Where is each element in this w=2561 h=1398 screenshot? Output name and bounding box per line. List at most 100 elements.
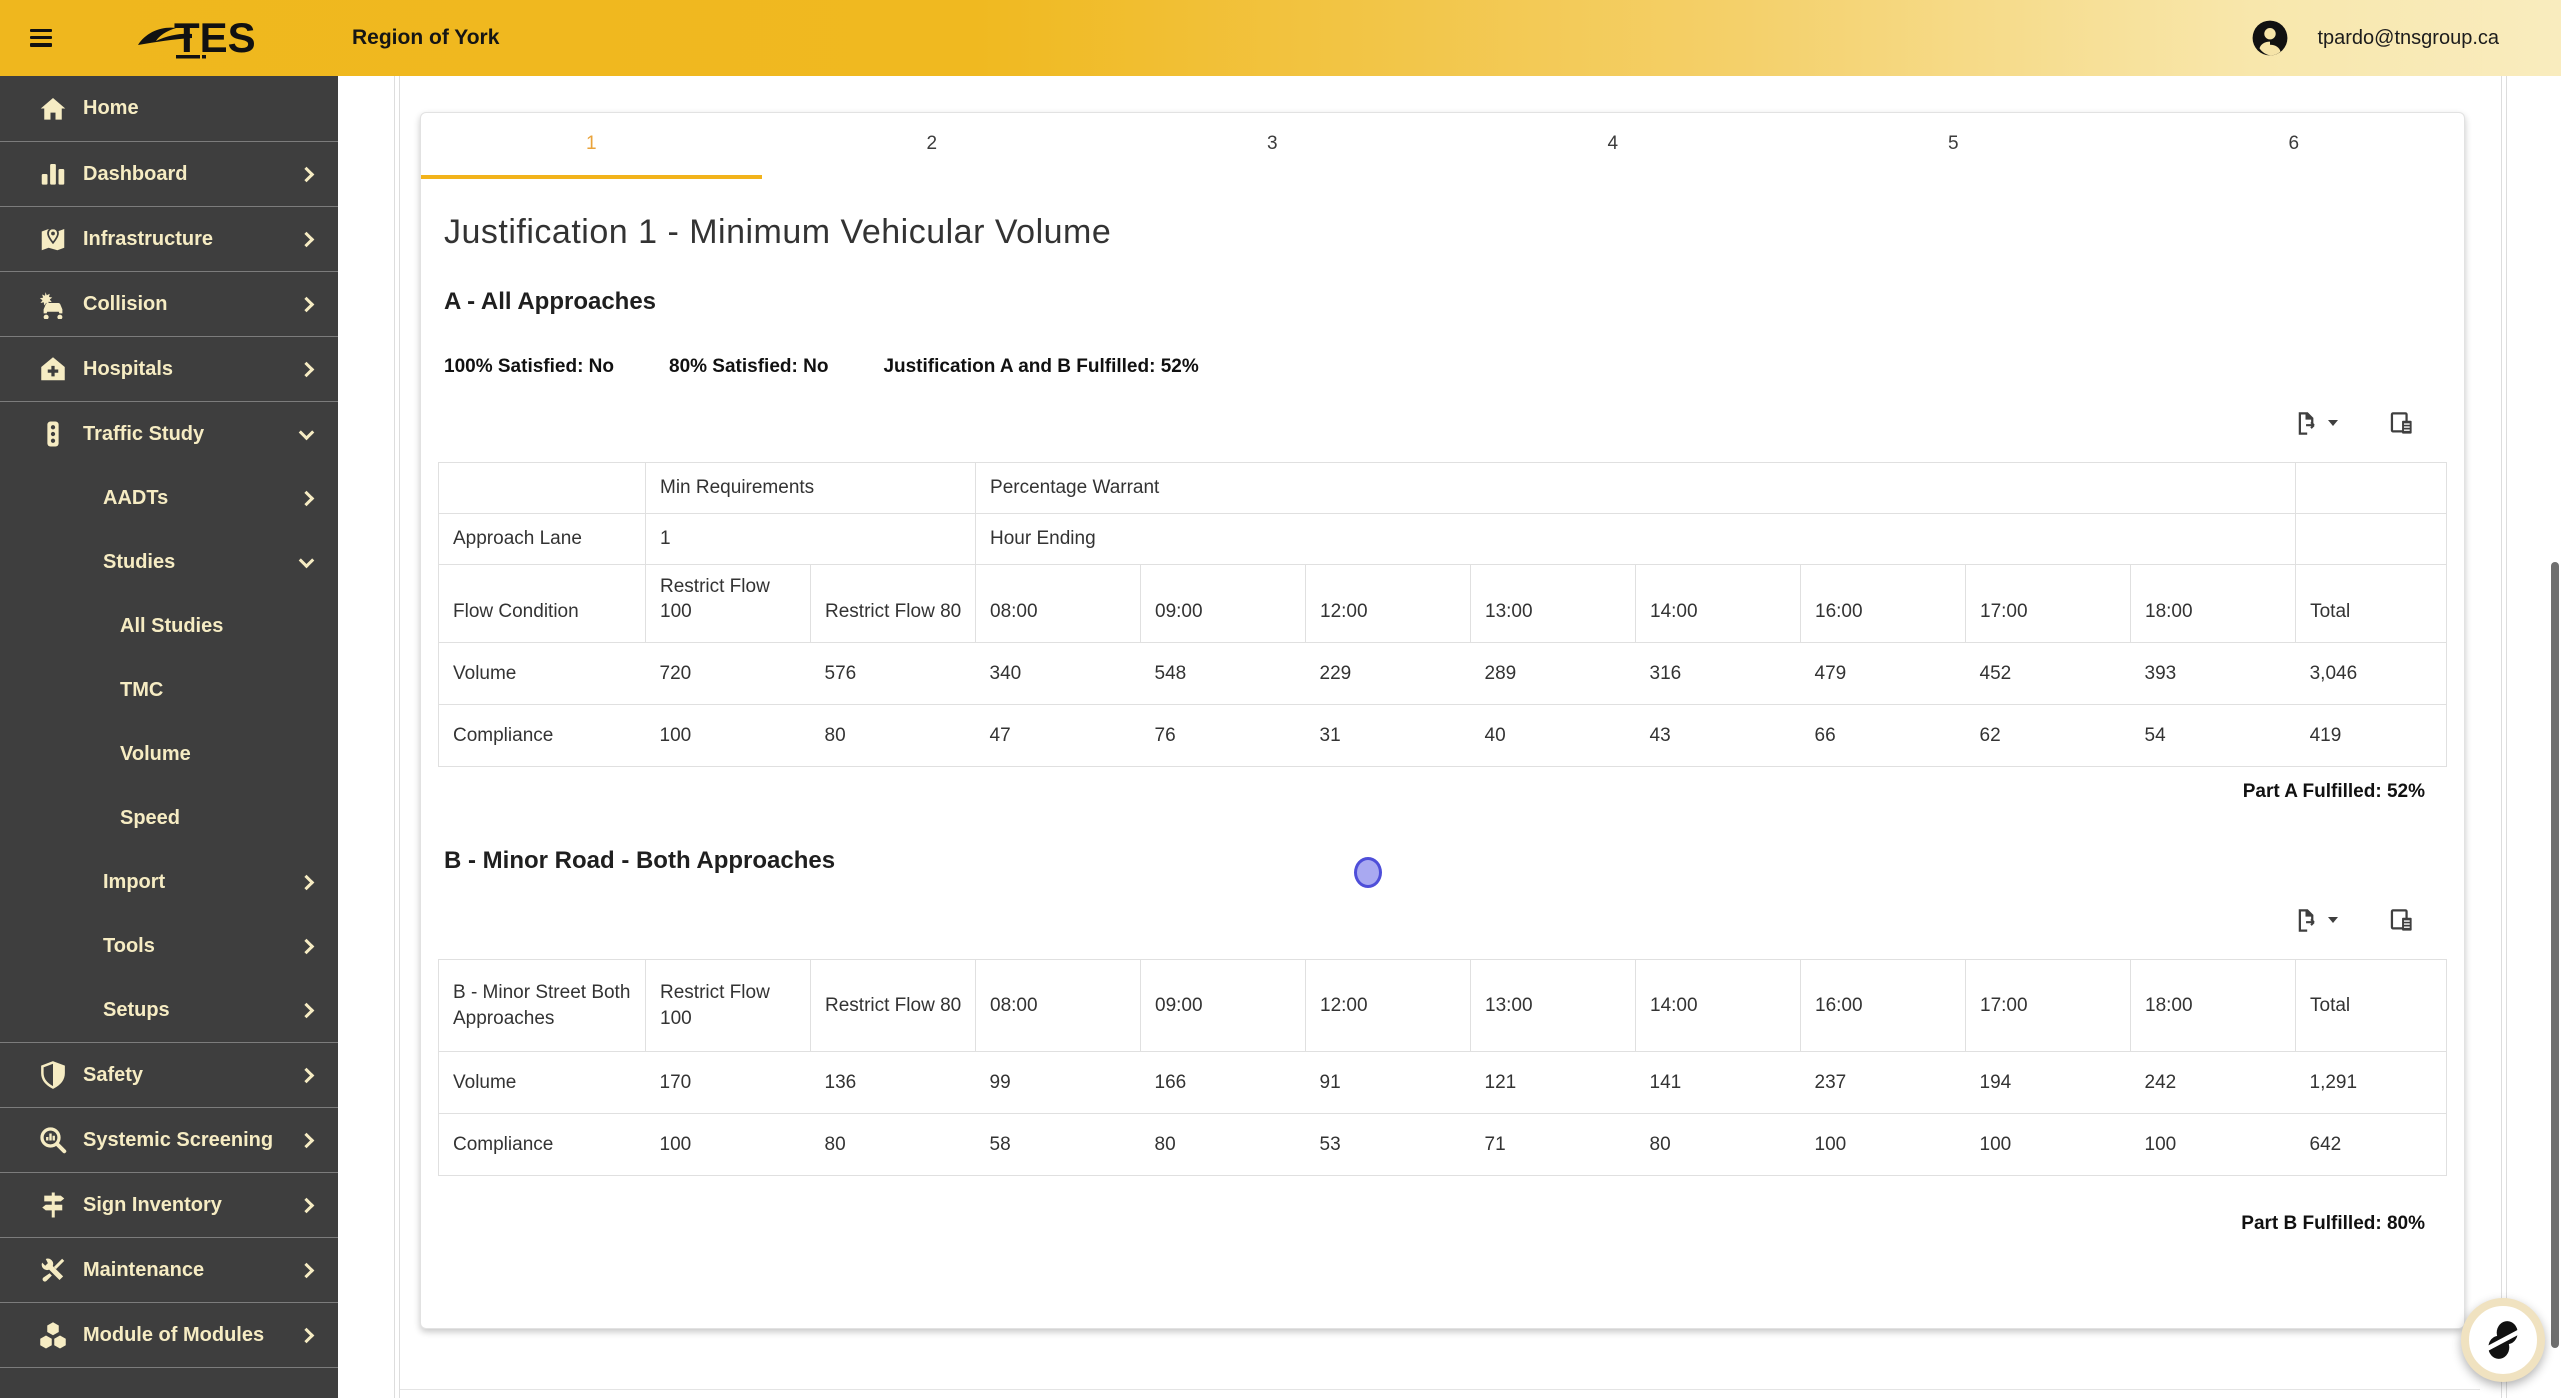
table-b: B - Minor Street Both Approaches Restric… — [438, 959, 2447, 1176]
shield-icon — [38, 1060, 68, 1090]
part-b-fulfilled-label: Part B Fulfilled: 80% — [2241, 1213, 2425, 1234]
tab-2[interactable]: 2 — [762, 113, 1103, 179]
chevron-right-icon — [298, 1197, 315, 1213]
user-avatar-icon[interactable] — [2251, 19, 2289, 57]
hospital-icon — [38, 354, 68, 384]
table-cell: 166 — [1140, 1051, 1306, 1114]
table-cell: 54 — [2130, 704, 2296, 767]
table-cell: 71 — [1470, 1113, 1636, 1176]
section-b-heading: B - Minor Road - Both Approaches — [444, 847, 836, 874]
tab-3[interactable]: 3 — [1102, 113, 1443, 179]
table-cell: 141 — [1635, 1051, 1801, 1114]
column-chooser-icon — [2390, 908, 2412, 931]
table-cell: 479 — [1800, 642, 1966, 705]
sidebar-item-maintenance[interactable]: Maintenance — [0, 1237, 338, 1302]
sidebar-item-aadts[interactable]: AADTs — [0, 466, 338, 530]
chevron-right-icon — [298, 1327, 315, 1343]
column-header: Restrict Flow 80 — [809, 564, 976, 643]
sidebar-item-module-of-modules[interactable]: Module of Modules — [0, 1302, 338, 1367]
tab-6[interactable]: 6 — [2124, 113, 2465, 179]
wrench-screwdriver-icon — [38, 1255, 68, 1285]
chevron-right-icon — [298, 1132, 315, 1148]
column-header: Restrict Flow 80 — [810, 959, 976, 1052]
sidebar-item-import[interactable]: Import — [0, 850, 338, 914]
table-cell: 80 — [1635, 1113, 1801, 1176]
stat-80-satisfied: 80% Satisfied: No — [669, 356, 829, 377]
chevron-right-icon — [298, 874, 315, 890]
sidebar-item-tools[interactable]: Tools — [0, 914, 338, 978]
table-cell: 100 — [2130, 1113, 2296, 1176]
column-chooser-button[interactable] — [2388, 907, 2415, 934]
column-header: 12:00 — [1305, 959, 1471, 1052]
cubes-icon — [38, 1320, 68, 1350]
table-cell: 289 — [1470, 642, 1636, 705]
sidebar-item-collision[interactable]: Collision — [0, 271, 338, 336]
section-a-heading: A - All Approaches — [444, 288, 657, 315]
column-header-min-requirements: Min Requirements — [644, 462, 976, 514]
export-button[interactable] — [2292, 410, 2338, 437]
sidebar-item-studies[interactable]: Studies — [0, 530, 338, 594]
table-a: Min Requirements Percentage Warrant Appr… — [438, 462, 2447, 767]
export-button[interactable] — [2292, 907, 2338, 934]
user-box[interactable]: tpardo@tnsgroup.ca — [2251, 0, 2499, 76]
table-cell: 170 — [645, 1051, 811, 1114]
sidebar-item-partial — [0, 1367, 338, 1398]
sidebar-item-all-studies[interactable]: All Studies — [0, 594, 338, 658]
table-cell: 720 — [645, 642, 811, 705]
column-header: 13:00 — [1470, 959, 1636, 1052]
column-header: Total — [2295, 564, 2447, 643]
sidebar-item-systemic-screening[interactable]: Systemic Screening — [0, 1107, 338, 1172]
inner-scroll-track-left — [394, 76, 400, 1398]
table-cell: 43 — [1635, 704, 1801, 767]
magnifier-chart-icon — [38, 1125, 68, 1155]
table-cell: 100 — [645, 704, 811, 767]
table-cell: 548 — [1140, 642, 1306, 705]
table-cell: 316 — [1635, 642, 1801, 705]
column-header: 08:00 — [975, 564, 1141, 643]
table-b-toolbar — [438, 905, 2447, 935]
sidebar-item-tmc[interactable]: TMC — [0, 658, 338, 722]
table-a-compliance-row: Compliance 100 80 47 76 31 40 43 66 62 5… — [438, 704, 2447, 767]
sidebar-nav: Home Dashboard Infrastructure Collision — [0, 76, 338, 1398]
sidebar-item-infrastructure[interactable]: Infrastructure — [0, 206, 338, 271]
column-header — [2295, 513, 2447, 565]
inner-scroll-track-right — [2501, 76, 2507, 1398]
vertical-scrollbar-thumb[interactable] — [2551, 562, 2559, 1348]
table-cell: 40 — [1470, 704, 1636, 767]
column-header: 18:00 — [2130, 959, 2296, 1052]
justification-card: 1 2 3 4 5 6 Justification 1 - Minimum Ve… — [420, 112, 2465, 1329]
sidebar-item-setups[interactable]: Setups — [0, 978, 338, 1042]
sidebar-item-hospitals[interactable]: Hospitals — [0, 336, 338, 401]
tab-4[interactable]: 4 — [1443, 113, 1784, 179]
sidebar-item-home[interactable]: Home — [0, 76, 338, 141]
table-a-columns-row: Flow Condition Restrict Flow 100 Restric… — [438, 564, 2447, 643]
sidebar-item-dashboard[interactable]: Dashboard — [0, 141, 338, 206]
column-header: 09:00 — [1140, 564, 1306, 643]
sidebar-item-traffic-study[interactable]: Traffic Study — [0, 401, 338, 466]
table-cell: 340 — [975, 642, 1141, 705]
hamburger-menu-icon[interactable] — [30, 29, 52, 47]
tab-5[interactable]: 5 — [1783, 113, 2124, 179]
sidebar-item-safety[interactable]: Safety — [0, 1042, 338, 1107]
car-crash-icon — [38, 289, 68, 319]
sidebar-item-sign-inventory[interactable]: Sign Inventory — [0, 1172, 338, 1237]
tab-1[interactable]: 1 — [421, 113, 762, 179]
feedback-widget-button[interactable] — [2461, 1298, 2545, 1382]
column-header-approach-lane: Approach Lane — [438, 513, 646, 565]
user-email: tpardo@tnsgroup.ca — [2317, 26, 2499, 49]
sidebar-item-speed[interactable]: Speed — [0, 786, 338, 850]
column-chooser-button[interactable] — [2388, 410, 2415, 437]
table-cell: 3,046 — [2295, 642, 2447, 705]
table-cell: 100 — [645, 1113, 811, 1176]
column-header: 14:00 — [1635, 564, 1801, 643]
sidebar-item-volume[interactable]: Volume — [0, 722, 338, 786]
table-cell: 100 — [1800, 1113, 1966, 1176]
export-icon — [2298, 908, 2315, 932]
tes-logo[interactable]: TES — [132, 14, 292, 67]
chevron-right-icon — [298, 1002, 315, 1018]
table-a-toolbar — [438, 408, 2447, 438]
map-pin-icon — [38, 224, 68, 254]
table-cell: 80 — [810, 1113, 976, 1176]
column-header: 13:00 — [1470, 564, 1636, 643]
column-header: 16:00 — [1800, 959, 1966, 1052]
